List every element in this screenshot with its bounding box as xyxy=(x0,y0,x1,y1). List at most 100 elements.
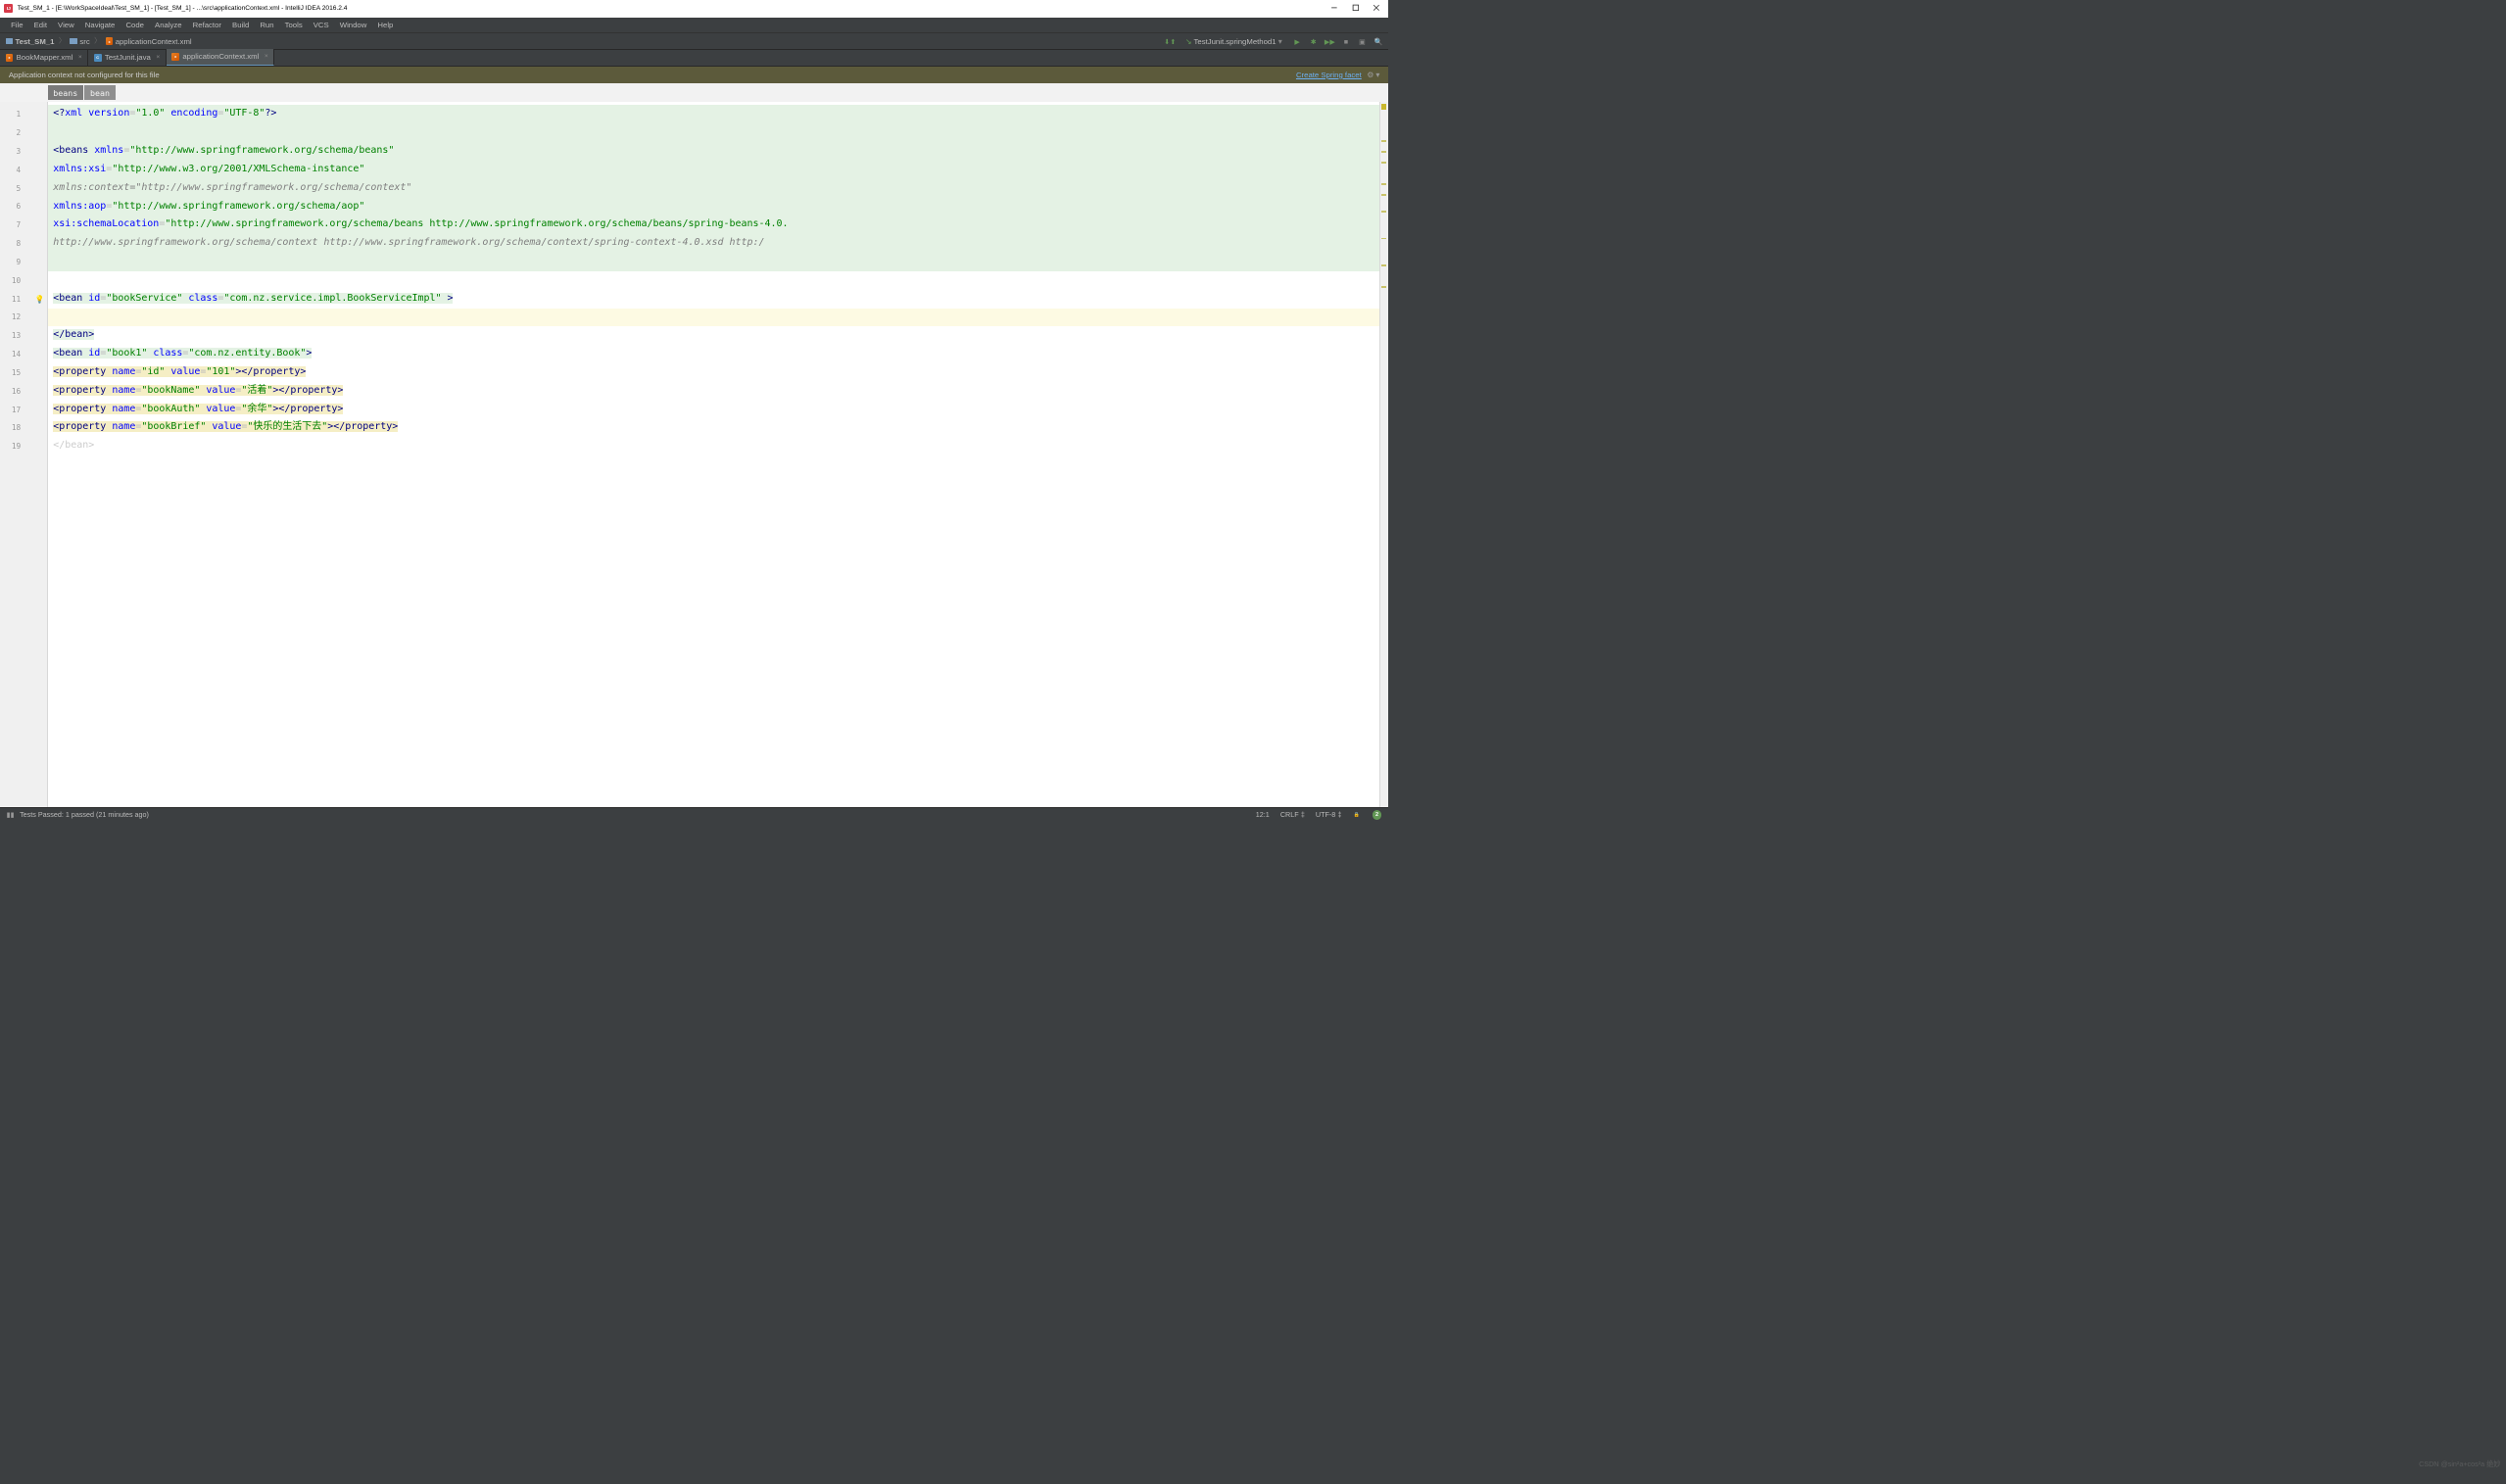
scroll-marker[interactable] xyxy=(1381,183,1387,185)
run-icon[interactable]: ▶ xyxy=(1293,37,1302,46)
cursor-position[interactable]: 12:1 xyxy=(1256,810,1270,819)
line-number: 10 xyxy=(0,271,47,290)
make-project-icon[interactable]: ⬇⬆ xyxy=(1166,37,1175,46)
xml-file-icon: x xyxy=(6,54,14,62)
scroll-marker[interactable] xyxy=(1381,194,1387,196)
menu-vcs[interactable]: VCS xyxy=(308,19,334,31)
tab-label: BookMapper.xml xyxy=(17,53,73,62)
code-pane[interactable]: <?xml version="1.0" encoding="UTF-8"?> <… xyxy=(48,102,1380,807)
chevron-right-icon: 〉 xyxy=(59,36,66,46)
scroll-marker[interactable] xyxy=(1381,211,1387,213)
java-file-icon: C xyxy=(94,54,102,62)
run-config-label: TestJunit.springMethod1 xyxy=(1194,37,1277,46)
line-number: 3 xyxy=(0,142,47,161)
breadcrumb-project[interactable]: Test_SM_1 xyxy=(6,37,55,46)
line-number: 18 xyxy=(0,418,47,437)
debug-icon[interactable]: ✱ xyxy=(1309,37,1318,46)
hector-icon[interactable]: 🔒 xyxy=(1353,811,1362,820)
breadcrumb-folder-label: src xyxy=(79,37,89,46)
notification-action-link[interactable]: Create Spring facet xyxy=(1296,71,1362,79)
tab-testjunit[interactable]: C TestJunit.java × xyxy=(88,50,166,66)
menu-view[interactable]: View xyxy=(53,19,80,31)
menu-run[interactable]: Run xyxy=(255,19,279,31)
line-number: 19 xyxy=(0,437,47,455)
status-bar: ▮▮ Tests Passed: 1 passed (21 minutes ag… xyxy=(0,807,1388,823)
crumb-beans[interactable]: beans xyxy=(48,85,83,101)
folder-icon xyxy=(6,38,14,45)
notification-bar: Application context not configured for t… xyxy=(0,67,1388,84)
breadcrumb-file[interactable]: x applicationContext.xml xyxy=(106,37,192,46)
line-number: 9 xyxy=(0,253,47,271)
gutter: 1 2 3 4 5 6 7 8 9 10 11💡 12 13 14 15 16 … xyxy=(0,102,48,807)
line-number: 16 xyxy=(0,382,47,401)
menu-window[interactable]: Window xyxy=(334,19,372,31)
toolbar-right: ⬇⬆ ↘ TestJunit.springMethod1 ▾ ▶ ✱ ▶▶ ■ … xyxy=(1166,36,1383,47)
line-number: 2 xyxy=(0,123,47,142)
breadcrumb-file-label: applicationContext.xml xyxy=(116,37,192,46)
tab-applicationcontext[interactable]: x applicationContext.xml × xyxy=(167,49,275,66)
line-number: 8 xyxy=(0,234,47,253)
stop-icon[interactable]: ■ xyxy=(1342,37,1351,46)
close-icon[interactable]: × xyxy=(265,53,268,60)
folder-icon xyxy=(70,38,77,45)
run-config-selector[interactable]: ↘ TestJunit.springMethod1 ▾ xyxy=(1182,36,1285,47)
menu-refactor[interactable]: Refactor xyxy=(187,19,226,31)
notification-message: Application context not configured for t… xyxy=(9,71,160,79)
watermark: CSDN @sin²a+cos²a 绝妙 xyxy=(2419,1460,2500,1469)
chevron-down-icon: ▾ xyxy=(1278,37,1282,46)
menu-tools[interactable]: Tools xyxy=(279,19,308,31)
run-config-icon: ↘ xyxy=(1185,37,1192,46)
scroll-marker[interactable] xyxy=(1381,151,1387,153)
line-number: 12 xyxy=(0,309,47,327)
scroll-marker[interactable] xyxy=(1381,264,1387,266)
menu-help[interactable]: Help xyxy=(372,19,399,31)
close-icon[interactable] xyxy=(1373,4,1380,14)
close-icon[interactable]: × xyxy=(156,54,160,61)
scroll-marker[interactable] xyxy=(1381,286,1387,288)
tab-label: applicationContext.xml xyxy=(182,52,259,61)
xml-file-icon: x xyxy=(106,37,114,45)
scroll-marker[interactable] xyxy=(1381,238,1387,240)
menu-build[interactable]: Build xyxy=(227,19,255,31)
line-number: 5 xyxy=(0,179,47,198)
scroll-marker[interactable] xyxy=(1381,162,1387,164)
line-number: 6 xyxy=(0,198,47,216)
nav-bar: Test_SM_1 〉 src 〉 x applicationContext.x… xyxy=(0,33,1388,50)
menu-analyze[interactable]: Analyze xyxy=(150,19,188,31)
file-encoding[interactable]: UTF-8 ‡ xyxy=(1316,810,1342,819)
breadcrumb: Test_SM_1 〉 src 〉 x applicationContext.x… xyxy=(6,36,1166,46)
event-log-icon[interactable]: 2 xyxy=(1373,810,1382,820)
window-title: Test_SM_1 - [E:\WorkSpaceIdeal\Test_SM_1… xyxy=(18,5,1331,12)
search-icon[interactable]: 🔍 xyxy=(1374,37,1383,46)
gear-icon[interactable]: ⚙ ▾ xyxy=(1367,71,1379,79)
menu-file[interactable]: File xyxy=(6,19,29,31)
line-number: 13 xyxy=(0,326,47,345)
analysis-indicator-icon[interactable] xyxy=(1381,104,1387,110)
layout-icon[interactable]: ▣ xyxy=(1358,37,1367,46)
minimize-icon[interactable] xyxy=(1330,4,1338,14)
line-number: 4 xyxy=(0,161,47,179)
xml-file-icon: x xyxy=(171,53,179,61)
crumb-bean[interactable]: bean xyxy=(84,85,115,101)
app-icon: IJ xyxy=(4,4,13,13)
show-tools-icon[interactable]: ▮▮ xyxy=(7,810,15,819)
line-number: 15 xyxy=(0,363,47,382)
tab-bookmapper[interactable]: x BookMapper.xml × xyxy=(0,50,88,66)
menu-edit[interactable]: Edit xyxy=(28,19,52,31)
editor-tabs: x BookMapper.xml × C TestJunit.java × x … xyxy=(0,50,1388,67)
code-breadcrumb: beans bean xyxy=(0,83,1388,102)
breadcrumb-folder[interactable]: src xyxy=(70,37,89,46)
coverage-icon[interactable]: ▶▶ xyxy=(1325,37,1334,46)
line-number: 7 xyxy=(0,215,47,234)
scroll-strip[interactable] xyxy=(1379,102,1388,807)
maximize-icon[interactable] xyxy=(1352,4,1360,14)
menu-code[interactable]: Code xyxy=(120,19,150,31)
intention-bulb-icon[interactable]: 💡 xyxy=(35,295,45,304)
menu-navigate[interactable]: Navigate xyxy=(79,19,120,31)
window-controls xyxy=(1330,4,1383,14)
line-separator[interactable]: CRLF‡ xyxy=(1280,810,1305,819)
close-icon[interactable]: × xyxy=(78,54,82,61)
scroll-marker[interactable] xyxy=(1381,140,1387,142)
menu-bar: File Edit View Navigate Code Analyze Ref… xyxy=(0,18,1388,34)
breadcrumb-project-label: Test_SM_1 xyxy=(15,37,54,46)
